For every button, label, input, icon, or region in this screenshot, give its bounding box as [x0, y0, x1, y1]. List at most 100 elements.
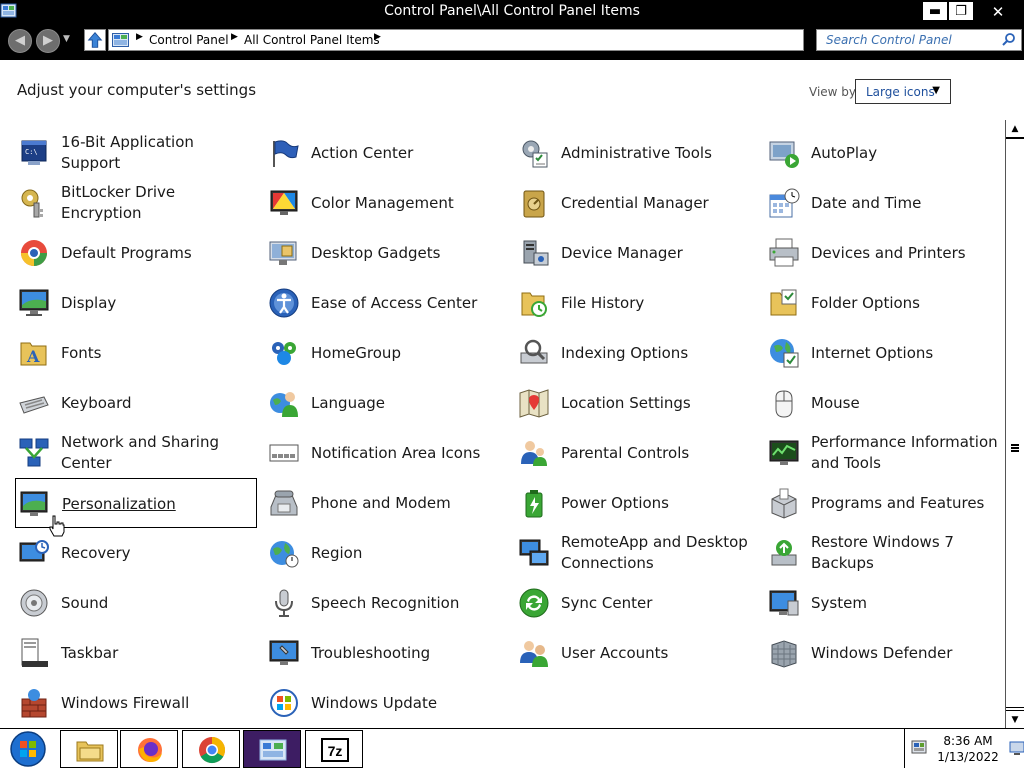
item-fonts[interactable]: A Fonts	[15, 328, 257, 378]
view-by-select[interactable]: Large icons ▼	[855, 79, 951, 104]
windows-defender-icon	[771, 640, 797, 668]
item-sound[interactable]: Sound	[15, 578, 257, 628]
item-windows-defender[interactable]: Windows Defender	[765, 628, 1005, 678]
svg-text:C:\: C:\	[25, 148, 38, 156]
item-label: Phone and Modem	[311, 493, 451, 512]
minimize-button[interactable]: ▬	[922, 1, 948, 21]
item-internet-options[interactable]: Internet Options	[765, 328, 1005, 378]
breadcrumb-control-panel[interactable]: Control Panel	[149, 33, 229, 47]
item-keyboard[interactable]: Keyboard	[15, 378, 257, 428]
clock[interactable]: 8:36 AM 1/13/2022	[933, 733, 1003, 765]
item-phone-and-modem[interactable]: Phone and Modem	[265, 478, 507, 528]
scroll-down-icon[interactable]: ▼	[1006, 710, 1024, 728]
taskbar-control-panel-button[interactable]	[243, 730, 301, 768]
item-homegroup[interactable]: HomeGroup	[265, 328, 507, 378]
item-windows-update[interactable]: Windows Update	[265, 678, 507, 728]
item-label: File History	[561, 293, 645, 312]
hand-cursor-icon	[49, 515, 65, 537]
item-speech-recognition[interactable]: Speech Recognition	[265, 578, 507, 628]
item-administrative-tools[interactable]: Administrative Tools	[515, 128, 757, 178]
search-placeholder: Search Control Panel	[826, 33, 952, 47]
item-notification-area-icons[interactable]: Notification Area Icons	[265, 428, 507, 478]
item-label: Notification Area Icons	[311, 443, 481, 462]
scroll-thumb[interactable]	[1006, 138, 1024, 708]
firewall-icon	[21, 689, 47, 718]
mouse-icon	[775, 390, 793, 418]
item-label: Parental Controls	[561, 443, 690, 462]
item-ease-of-access-center[interactable]: Ease of Access Center	[265, 278, 507, 328]
item-power-options[interactable]: Power Options	[515, 478, 757, 528]
item-sync-center[interactable]: Sync Center	[515, 578, 757, 628]
address-bar[interactable]: ▶ Control Panel ▶ All Control Panel Item…	[108, 29, 906, 51]
taskbar-7zip-button[interactable]: 7z	[305, 730, 363, 768]
action-center-flag-icon[interactable]	[911, 739, 927, 757]
up-arrow-icon[interactable]	[84, 29, 106, 51]
item-default-programs[interactable]: Default Programs	[15, 228, 257, 278]
control-panel-items: C:\ 16-Bit Application Support Action Cent…	[0, 128, 1005, 728]
item-system[interactable]: System	[765, 578, 1005, 628]
svg-text:A: A	[26, 347, 40, 366]
item-user-accounts[interactable]: User Accounts	[515, 628, 757, 678]
item-programs-and-features[interactable]: Programs and Features	[765, 478, 1005, 528]
item-16-bit-application-support[interactable]: C:\ 16-Bit Application Support	[15, 128, 257, 178]
breadcrumb-all-items[interactable]: All Control Panel Items	[244, 33, 380, 47]
item-language[interactable]: Language	[265, 378, 507, 428]
item-label: 16-Bit Application Support	[61, 133, 194, 172]
item-label: Sync Center	[561, 593, 653, 612]
item-action-center[interactable]: Action Center	[265, 128, 507, 178]
item-troubleshooting[interactable]: Troubleshooting	[265, 628, 507, 678]
item-autoplay[interactable]: AutoPlay	[765, 128, 1005, 178]
item-remoteapp-and-desktop-connections[interactable]: RemoteApp and Desktop Connections	[515, 528, 757, 578]
recent-pages-chevron-icon[interactable]: ▼	[63, 34, 70, 44]
item-restore-windows-7-backups[interactable]: Restore Windows 7 Backups	[765, 528, 1005, 578]
search-input[interactable]: Search Control Panel	[816, 29, 1022, 51]
breadcrumb-separator-icon[interactable]: ▶	[231, 32, 238, 42]
scroll-up-icon[interactable]: ▲	[1006, 120, 1024, 138]
item-bitlocker-drive-encryption[interactable]: BitLocker Drive Encryption	[15, 178, 257, 228]
item-desktop-gadgets[interactable]: Desktop Gadgets	[265, 228, 507, 278]
taskbar-file-explorer-button[interactable]	[60, 730, 118, 768]
item-date-and-time[interactable]: Date and Time	[765, 178, 1005, 228]
printer-icon	[769, 238, 799, 267]
region-globe-icon	[270, 541, 299, 568]
item-folder-options[interactable]: Folder Options	[765, 278, 1005, 328]
item-region[interactable]: Region	[265, 528, 507, 578]
item-parental-controls[interactable]: Parental Controls	[515, 428, 757, 478]
forward-arrow-icon[interactable]: ▶	[36, 29, 60, 53]
item-credential-manager[interactable]: Credential Manager	[515, 178, 757, 228]
start-orb-icon[interactable]	[3, 730, 53, 768]
item-mouse[interactable]: Mouse	[765, 378, 1005, 428]
item-label: Restore Windows 7 Backups	[811, 533, 954, 572]
admin-tools-icon	[522, 140, 548, 168]
taskbar-firefox-button[interactable]	[120, 730, 178, 768]
vertical-scrollbar[interactable]: ▲ ▼	[1005, 120, 1024, 728]
item-label: Region	[311, 543, 363, 562]
autoplay-icon	[769, 141, 799, 168]
homegroup-icon	[272, 342, 296, 365]
item-display[interactable]: Display	[15, 278, 257, 328]
display-monitor-icon	[19, 289, 49, 316]
item-devices-and-printers[interactable]: Devices and Printers	[765, 228, 1005, 278]
item-network-and-sharing-center[interactable]: Network and Sharing Center	[15, 428, 257, 478]
item-file-history[interactable]: File History	[515, 278, 757, 328]
personalization-icon	[20, 491, 48, 516]
item-location-settings[interactable]: Location Settings	[515, 378, 757, 428]
location-map-icon	[519, 389, 549, 418]
file-history-icon	[521, 292, 547, 317]
item-performance-information-and-tools[interactable]: Performance Information and Tools	[765, 428, 1005, 478]
close-button[interactable]: ✕	[974, 1, 1022, 21]
maximize-button[interactable]: ❐	[948, 1, 974, 21]
item-taskbar[interactable]: Taskbar	[15, 628, 257, 678]
item-label: HomeGroup	[311, 343, 401, 362]
show-desktop-icon[interactable]	[1009, 739, 1024, 759]
item-color-management[interactable]: Color Management	[265, 178, 507, 228]
item-indexing-options[interactable]: Indexing Options	[515, 328, 757, 378]
search-icon[interactable]	[1001, 32, 1016, 47]
fonts-folder-icon: A	[20, 342, 47, 366]
breadcrumb-separator-icon[interactable]: ▶	[374, 32, 381, 42]
item-windows-firewall[interactable]: Windows Firewall	[15, 678, 257, 728]
item-device-manager[interactable]: Device Manager	[515, 228, 757, 278]
taskbar-chrome-button[interactable]	[182, 730, 240, 768]
breadcrumb-separator-icon[interactable]: ▶	[136, 32, 143, 42]
back-arrow-icon[interactable]: ◀	[8, 29, 32, 53]
